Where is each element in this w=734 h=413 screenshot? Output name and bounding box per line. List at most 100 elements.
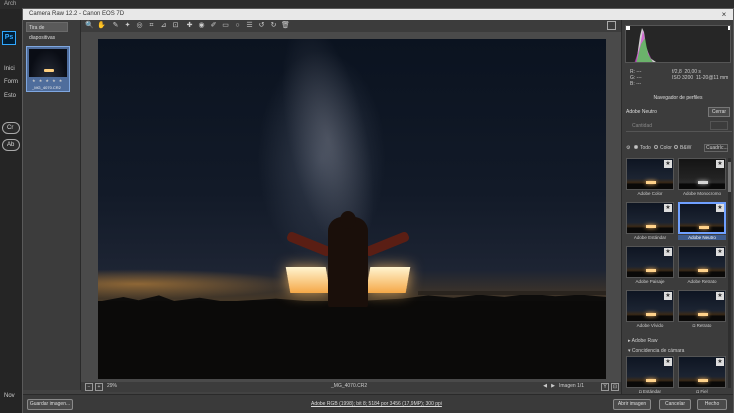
filmstrip-thumbnail[interactable]: ★ ★ ★ ★ ★ _MG_4070.CR2 bbox=[26, 46, 70, 92]
photoshop-logo: Ps bbox=[2, 31, 16, 45]
filter-color-label: Color bbox=[660, 145, 672, 151]
lamp bbox=[699, 226, 709, 229]
fullscreen-icon[interactable] bbox=[607, 21, 616, 30]
ps-open-button[interactable]: Ab bbox=[2, 139, 20, 151]
thumbnail-rating[interactable]: ★ ★ ★ ★ ★ bbox=[32, 78, 63, 83]
preview-photo[interactable] bbox=[98, 39, 606, 379]
iso: ISO 3200 bbox=[672, 75, 694, 81]
histogram bbox=[625, 25, 731, 63]
lamp bbox=[646, 379, 656, 382]
filter-all-label: Todo bbox=[640, 145, 651, 151]
done-button[interactable]: Hecho bbox=[697, 399, 727, 410]
camera-raw-window: Camera Raw 12.2 - Canon EOS 7D × Tira de… bbox=[22, 8, 734, 413]
next-image-icon[interactable]: ▶ bbox=[549, 383, 557, 391]
zoom-out-button[interactable]: − bbox=[85, 383, 93, 391]
rotate-right-icon[interactable]: ↻ bbox=[269, 21, 278, 30]
adobe-raw-section[interactable]: ▸ Adobe Raw bbox=[628, 338, 657, 344]
profile-tile-portrait[interactable]: ★ ◘ Retrato bbox=[678, 290, 726, 332]
rotate-left-icon[interactable]: ↺ bbox=[257, 21, 266, 30]
profile-scrollbar-track[interactable] bbox=[728, 158, 731, 388]
ps-side-label-1[interactable]: Inici bbox=[4, 66, 15, 72]
prev-image-icon[interactable]: ◀ bbox=[541, 383, 549, 391]
ps-create-button[interactable]: Cr bbox=[2, 122, 20, 134]
profile-label: Adobe Monocromo bbox=[682, 191, 722, 196]
photoshop-menu-fragment[interactable]: Arch bbox=[4, 1, 16, 7]
preferences-icon[interactable]: ☰ bbox=[245, 21, 254, 30]
zoom-level[interactable]: 29% bbox=[107, 383, 117, 389]
adjustment-brush-icon[interactable]: ✐ bbox=[209, 21, 218, 30]
profile-tile-adobe-color[interactable]: ★ Adobe Color bbox=[626, 158, 674, 200]
window-title-bar: Camera Raw 12.2 - Canon EOS 7D × bbox=[23, 9, 733, 20]
profile-tile-adobe-neutral[interactable]: ★ Adobe Neutro bbox=[678, 202, 726, 244]
ps-side-label-bottom[interactable]: Nov bbox=[4, 393, 15, 399]
workflow-options-link[interactable]: Adobe RGB (1998); bit 8; 5184 por 3456 (… bbox=[311, 401, 442, 407]
hand-icon[interactable]: ✋ bbox=[97, 21, 106, 30]
graduated-filter-icon[interactable]: ▭ bbox=[221, 21, 230, 30]
favorite-star-icon[interactable]: ★ bbox=[664, 358, 672, 366]
radial-filter-icon[interactable]: ○ bbox=[233, 21, 242, 30]
trash-icon[interactable]: 🗑 bbox=[281, 21, 290, 30]
color-sampler-icon[interactable]: ✦ bbox=[123, 21, 132, 30]
lamp bbox=[698, 181, 708, 184]
open-image-button[interactable]: Abrir imagen bbox=[613, 399, 651, 410]
ps-side-label-3[interactable]: Esto bbox=[4, 93, 16, 99]
amount-row: Cantidad bbox=[626, 120, 732, 132]
targeted-adjust-icon[interactable]: ◎ bbox=[135, 21, 144, 30]
filter-bw-label: B&W bbox=[680, 145, 692, 151]
white-balance-icon[interactable]: ✎ bbox=[111, 21, 120, 30]
favorite-star-icon[interactable]: ★ bbox=[664, 204, 672, 212]
zoom-in-button[interactable]: + bbox=[95, 383, 103, 391]
lit-panel-left bbox=[285, 267, 331, 293]
filter-bw-radio[interactable]: B&W bbox=[674, 145, 691, 151]
current-profile-name: Adobe Neutro bbox=[626, 109, 657, 115]
person-head bbox=[340, 211, 356, 229]
person-silhouette bbox=[328, 217, 368, 307]
favorite-star-icon[interactable]: ★ bbox=[716, 204, 724, 212]
profile-tile-adobe-monochrome[interactable]: ★ Adobe Monocromo bbox=[678, 158, 726, 200]
close-profile-browser-button[interactable]: Cerrar bbox=[708, 107, 730, 117]
blue-value: B: --- bbox=[630, 81, 642, 87]
favorite-star-icon[interactable]: ★ bbox=[664, 160, 672, 168]
favorite-star-icon[interactable]: ★ bbox=[716, 292, 724, 300]
straighten-icon[interactable]: ⊿ bbox=[159, 21, 168, 30]
favorite-star-icon[interactable]: ★ bbox=[716, 160, 724, 168]
crop-icon[interactable]: ⌗ bbox=[147, 21, 156, 30]
profile-tile-camera-standard[interactable]: ★ ◘ Estándar bbox=[626, 356, 674, 398]
transform-icon[interactable]: ⊡ bbox=[171, 21, 180, 30]
lamp bbox=[646, 313, 656, 316]
lit-panel-right bbox=[365, 267, 411, 293]
profile-label: Adobe Neutro bbox=[678, 235, 726, 240]
spot-removal-icon[interactable]: ✚ bbox=[185, 21, 194, 30]
lamp bbox=[698, 269, 708, 272]
amount-field[interactable] bbox=[710, 121, 728, 130]
filter-settings-icon[interactable]: ⚙ bbox=[626, 145, 630, 151]
profile-tile-adobe-portrait[interactable]: ★ Adobe Retrato bbox=[678, 246, 726, 288]
filter-all-radio[interactable]: Todo bbox=[634, 145, 651, 151]
zoom-icon[interactable]: 🔍 bbox=[85, 21, 94, 30]
toggle-settings-icon[interactable]: ⊡ bbox=[611, 383, 619, 391]
favorite-star-icon[interactable]: ★ bbox=[716, 358, 724, 366]
adobe-raw-label: Adobe Raw bbox=[631, 338, 658, 344]
save-image-button[interactable]: Guardar imagen... bbox=[27, 399, 73, 410]
filter-color-radio[interactable]: Color bbox=[654, 145, 672, 151]
image-counter: Imagen 1/1 bbox=[559, 383, 585, 389]
favorite-star-icon[interactable]: ★ bbox=[664, 248, 672, 256]
cancel-button[interactable]: Cancelar bbox=[659, 399, 691, 410]
favorite-star-icon[interactable]: ★ bbox=[664, 292, 672, 300]
profile-scrollbar-thumb[interactable] bbox=[728, 162, 731, 192]
before-after-y-button[interactable]: Y bbox=[601, 383, 609, 391]
camera-match-section[interactable]: ▾ Concidencia de cámara bbox=[628, 348, 684, 354]
profile-tile-adobe-standard[interactable]: ★ Adobe Estándar bbox=[626, 202, 674, 244]
close-window-icon[interactable]: × bbox=[717, 9, 731, 20]
profile-tile-adobe-vivid[interactable]: ★ Adobe Vívido bbox=[626, 290, 674, 332]
ps-side-label-2[interactable]: Form bbox=[4, 79, 18, 85]
favorite-star-icon[interactable]: ★ bbox=[716, 248, 724, 256]
profile-tile-adobe-landscape[interactable]: ★ Adobe Paisaje bbox=[626, 246, 674, 288]
view-mode-select[interactable]: Cuadríc... bbox=[704, 144, 728, 152]
rgb-readout: R: --- G: --- B: --- bbox=[630, 69, 642, 87]
thumbnail-filename: _MG_4070.CR2 bbox=[32, 85, 61, 90]
red-eye-icon[interactable]: ◉ bbox=[197, 21, 206, 30]
profile-tile-camera-faithful[interactable]: ★ ◘ Fiel bbox=[678, 356, 726, 398]
image-preview-area[interactable] bbox=[81, 32, 621, 382]
filmstrip-header[interactable]: Tira de diapositivas bbox=[26, 22, 68, 41]
